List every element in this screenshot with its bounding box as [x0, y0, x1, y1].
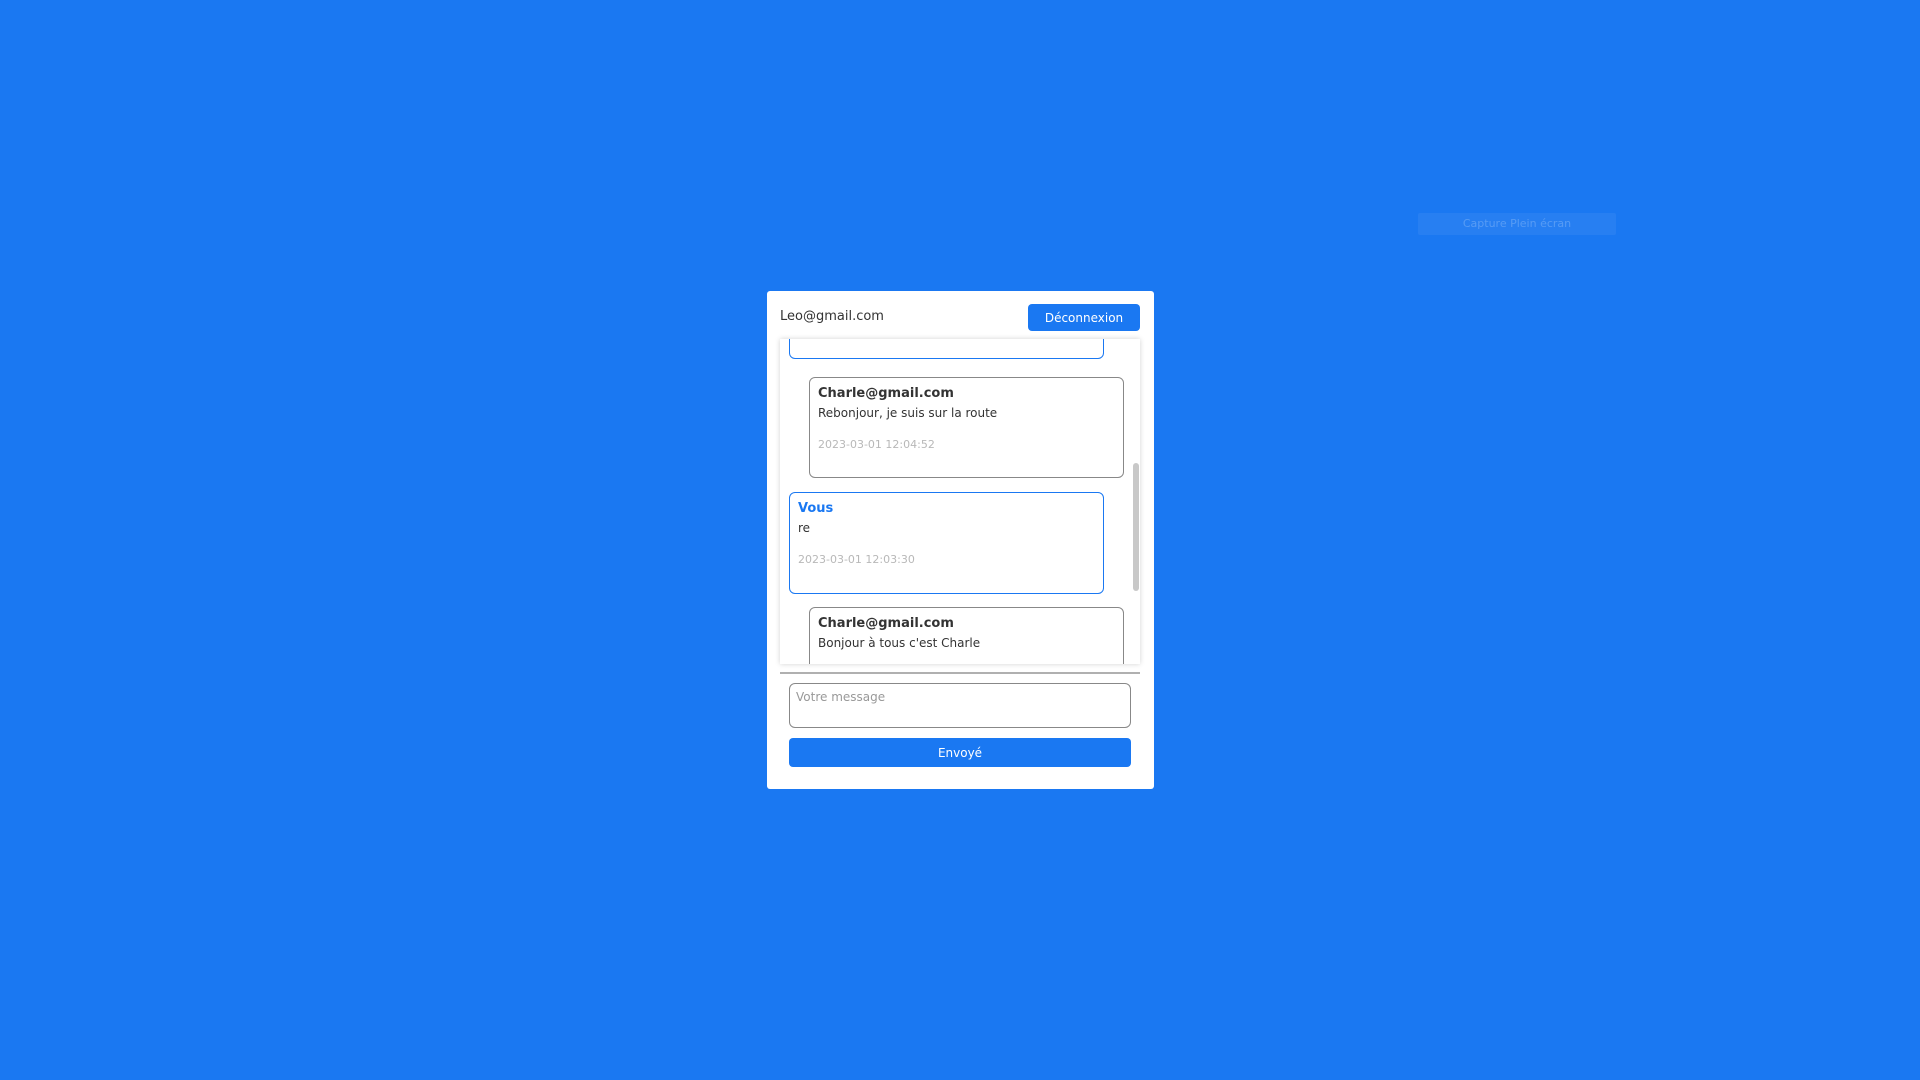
message-input[interactable] — [789, 683, 1131, 728]
message-timestamp: 2023-03-01 12:03:30 — [798, 553, 915, 566]
fullscreen-capture-label[interactable]: Capture Plein écran — [1418, 213, 1616, 235]
message-author: Vous — [798, 501, 834, 516]
message-text: re — [798, 521, 811, 535]
message-author: Charle@gmail.com — [818, 386, 954, 401]
message-text: Rebonjour, je suis sur la route — [818, 406, 998, 420]
message-list-scrollbar[interactable] — [1132, 339, 1140, 664]
message-item-own: Vous re 2023-03-01 12:03:30 — [789, 492, 1104, 594]
chat-panel: Leo@gmail.com Déconnexion Charle@gmail.c… — [767, 291, 1154, 789]
chat-header: Leo@gmail.com Déconnexion — [780, 304, 1140, 331]
logout-button[interactable]: Déconnexion — [1028, 304, 1140, 331]
message-author: Charle@gmail.com — [818, 616, 954, 631]
message-item: Charle@gmail.com Rebonjour, je suis sur … — [809, 377, 1124, 478]
message-text: Bonjour à tous c'est Charle — [818, 636, 981, 650]
message-item-own — [789, 339, 1104, 359]
send-button[interactable]: Envoyé — [789, 738, 1131, 767]
message-timestamp: 2023-03-01 12:04:52 — [818, 438, 935, 451]
composer-divider — [780, 672, 1140, 674]
scrollbar-thumb[interactable] — [1133, 463, 1139, 591]
message-item: Charle@gmail.com Bonjour à tous c'est Ch… — [809, 607, 1124, 664]
current-user-email: Leo@gmail.com — [780, 309, 884, 324]
message-list[interactable]: Charle@gmail.com Rebonjour, je suis sur … — [780, 339, 1140, 664]
